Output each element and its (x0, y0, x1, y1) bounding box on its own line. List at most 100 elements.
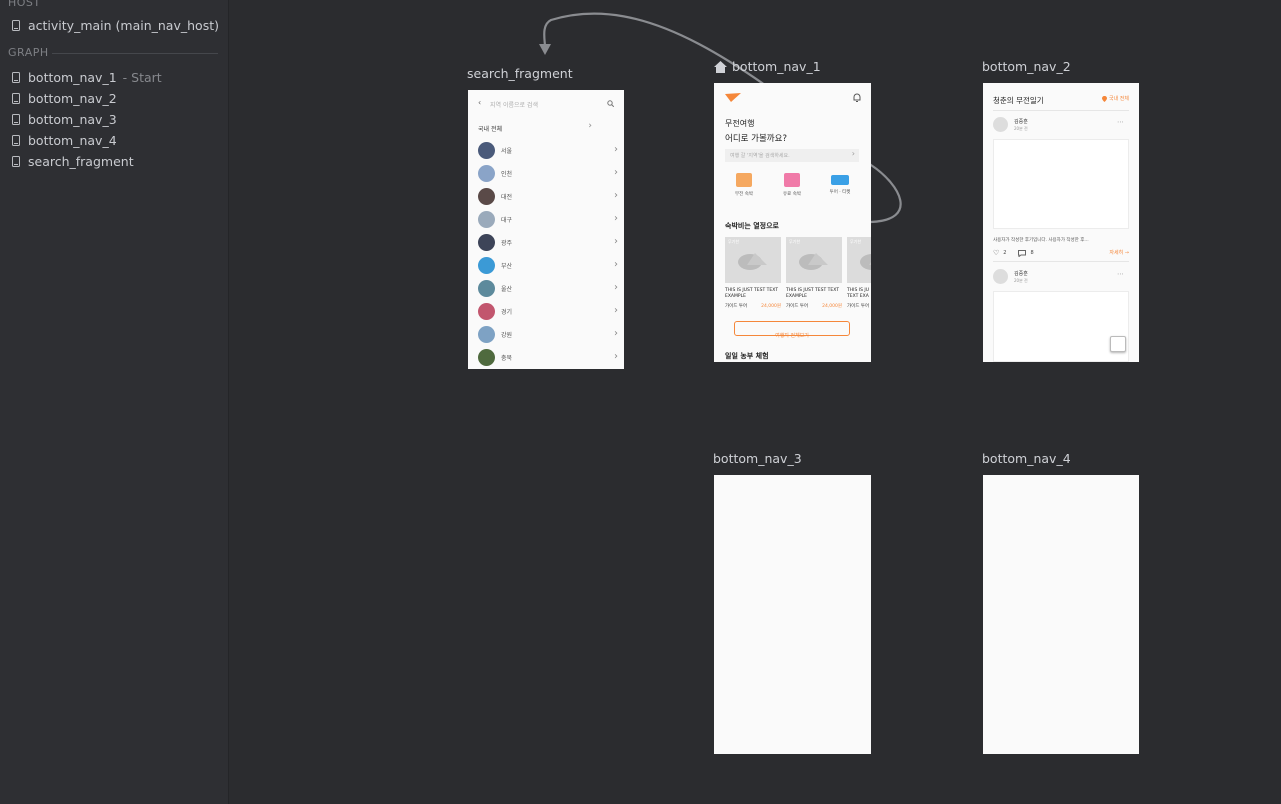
write-fab[interactable] (1110, 336, 1126, 352)
category-free-stay[interactable]: 무전 숙박 (730, 173, 758, 197)
destination-label-bottom-nav-3[interactable]: bottom_nav_3 (713, 451, 802, 466)
destination-bottom-nav-3[interactable] (714, 475, 871, 754)
read-more-label: 자세히 (1109, 250, 1124, 256)
card-image: 무기한 (847, 237, 871, 283)
destination-search-input[interactable]: 여행 갈 '지역'을 검색하세요. › (725, 149, 859, 162)
region-thumbnail (478, 256, 495, 274)
card-title: THIS IS JUST TEST TEXT EXAMPLE (725, 288, 778, 299)
comment-icon[interactable] (1018, 249, 1027, 257)
tour-card[interactable]: 무기한 THIS IS JU TEXT EXA 가이드 투어 (847, 237, 871, 309)
tree-item-label: bottom_nav_1 (28, 69, 117, 85)
list-item[interactable]: 경기 › (478, 301, 618, 321)
destination-label-search-fragment[interactable]: search_fragment (467, 66, 573, 81)
category-paid-stay[interactable]: 유료 숙박 (778, 173, 806, 197)
tree-item-label: search_fragment (28, 153, 134, 169)
chevron-right-icon: › (588, 121, 592, 131)
list-item[interactable]: 인천 › (478, 163, 618, 183)
chevron-right-icon: › (614, 236, 618, 247)
post-time: 20분 전 (1014, 126, 1028, 131)
region-label: 국내 전체 (1109, 96, 1129, 102)
category-label: 투어 · 티켓 (829, 190, 851, 195)
card-type: 가이드 투어 (847, 304, 870, 309)
tree-item-search-fragment[interactable]: search_fragment (12, 151, 134, 171)
list-item[interactable]: 울산 › (478, 278, 618, 298)
category-label: 무전 숙박 (735, 192, 753, 197)
view-all-label: 여행지 전체보기 (775, 333, 809, 339)
chevron-right-icon: › (614, 305, 618, 316)
tree-item-bottom-nav-3[interactable]: bottom_nav_3 (12, 109, 117, 129)
tour-card[interactable]: 무기한 THIS IS JUST TEST TEXT EXAMPLE 가이드 투… (786, 237, 842, 309)
destination-bottom-nav-1[interactable]: 무전여행 어디로 가볼까요? 여행 갈 '지역'을 검색하세요. › 무전 숙박… (714, 83, 871, 362)
region-label: 경기 (501, 308, 513, 316)
avatar (993, 269, 1008, 284)
destination-label-text: bottom_nav_1 (732, 59, 821, 74)
image-placeholder-icon (860, 254, 871, 270)
list-item[interactable]: 서울 › (478, 140, 618, 160)
region-thumbnail (478, 279, 495, 297)
tree-item-bottom-nav-4[interactable]: bottom_nav_4 (12, 130, 117, 150)
more-options-icon[interactable]: ⋯ (1117, 118, 1124, 126)
more-options-icon[interactable]: ⋯ (1117, 270, 1124, 278)
post-image (993, 291, 1129, 362)
list-item[interactable]: 대구 › (478, 209, 618, 229)
list-item[interactable]: 부산 › (478, 255, 618, 275)
list-item[interactable]: 충북 › (478, 347, 618, 367)
region-thumbnail (478, 233, 495, 251)
host-item-label: activity_main (main_nav_host) (28, 17, 219, 33)
read-more-link[interactable]: 자세히 → (1109, 249, 1129, 256)
card-tag: 무기한 (850, 239, 862, 244)
destination-label-bottom-nav-2[interactable]: bottom_nav_2 (982, 59, 1071, 74)
ticket-icon (831, 175, 849, 185)
destination-search-fragment[interactable]: ‹ 지역 이름으로 검색 국내 전체 › 서울 › 인천 › 대전 › 대구 › 광주 ›… (468, 90, 624, 369)
hotel-icon (784, 173, 800, 187)
region-label: 광주 (501, 239, 513, 247)
region-selector[interactable]: 국내 전체 (1102, 95, 1129, 102)
title-line-1: 무전여행 (725, 119, 755, 128)
post-actions: ♡ 2 8 (993, 249, 1034, 257)
card-title: THIS IS JUST TEST TEXT EXAMPLE (786, 288, 839, 299)
search-placeholder: 지역 이름으로 검색 (490, 102, 538, 109)
chevron-right-icon: › (614, 144, 618, 155)
card-type: 가이드 투어 (725, 304, 748, 309)
image-placeholder-icon (799, 253, 828, 270)
heart-icon[interactable]: ♡ (993, 249, 999, 257)
chevron-right-icon: › (614, 167, 618, 178)
tree-item-label: bottom_nav_4 (28, 132, 117, 148)
destination-label-bottom-nav-1[interactable]: bottom_nav_1 (714, 59, 821, 74)
destination-bottom-nav-2[interactable]: 청춘의 무전일기 국내 전체 김중훈 20분 전 ⋯ 사용자가 작성한 후기입니… (983, 83, 1139, 362)
card-tag: 무기한 (789, 239, 801, 244)
region-label: 울산 (501, 285, 513, 293)
divider (993, 110, 1129, 111)
all-region-label: 국내 전체 (478, 126, 502, 133)
region-thumbnail (478, 187, 495, 205)
tree-item-bottom-nav-2[interactable]: bottom_nav_2 (12, 88, 117, 108)
tree-item-label: bottom_nav_2 (28, 90, 117, 106)
house-icon (736, 173, 752, 187)
search-icon (607, 100, 614, 107)
card-title: THIS IS JU TEXT EXA (847, 288, 869, 299)
navigation-graph-canvas[interactable]: search_fragment ‹ 지역 이름으로 검색 국내 전체 › 서울 ›… (229, 0, 1281, 804)
section-title: 숙박비는 열정으로 (725, 222, 779, 230)
list-item[interactable]: 강원 › (478, 324, 618, 344)
list-item[interactable]: 대전 › (478, 186, 618, 206)
view-all-button[interactable]: 여행지 전체보기 (734, 321, 850, 339)
component-tree-panel: HOST activity_main (main_nav_host) GRAPH… (0, 0, 229, 804)
list-item[interactable]: 광주 › (478, 232, 618, 252)
arrow-right-icon: → (1124, 250, 1129, 256)
host-item-activity-main[interactable]: activity_main (main_nav_host) (12, 15, 219, 35)
diary-title: 청춘의 무전일기 (993, 96, 1044, 105)
fragment-file-icon (12, 92, 20, 104)
region-thumbnail (478, 141, 495, 159)
post-image (993, 139, 1129, 229)
graph-section-label: GRAPH (8, 46, 49, 59)
divider (993, 261, 1129, 262)
like-count: 2 (1003, 250, 1007, 256)
destination-bottom-nav-4[interactable] (983, 475, 1139, 754)
region-label: 부산 (501, 262, 513, 270)
destination-label-bottom-nav-4[interactable]: bottom_nav_4 (982, 451, 1071, 466)
tree-item-bottom-nav-1[interactable]: bottom_nav_1 - Start (12, 67, 162, 87)
category-tour-ticket[interactable]: 투어 · 티켓 (826, 173, 854, 195)
region-label: 대구 (501, 216, 513, 224)
tour-card[interactable]: 무기한 THIS IS JUST TEST TEXT EXAMPLE 가이드 투… (725, 237, 781, 309)
region-label: 충북 (501, 354, 513, 362)
